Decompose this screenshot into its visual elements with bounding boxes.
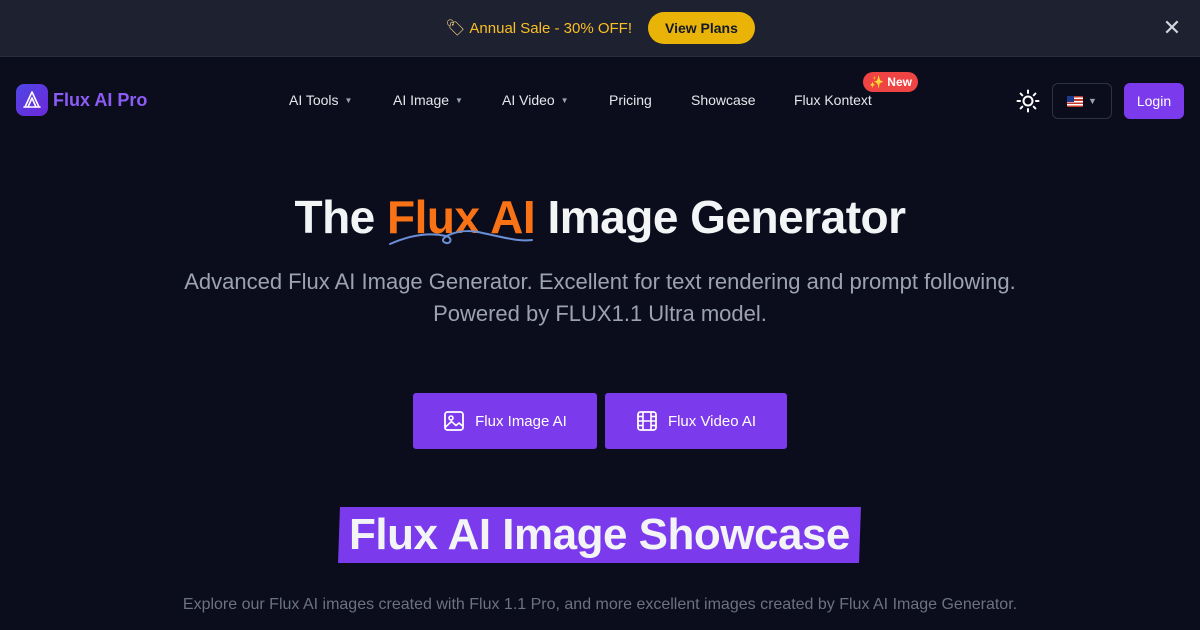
chevron-down-icon: ▼ xyxy=(344,95,353,105)
nav-label: Flux Kontext xyxy=(794,92,872,108)
nav-flux-kontext[interactable]: Flux Kontext xyxy=(794,92,872,108)
new-badge: ✨ New xyxy=(863,72,918,92)
showcase-subtitle: Explore our Flux AI images created with … xyxy=(182,596,1018,613)
language-selector[interactable]: ▼ xyxy=(1052,83,1112,119)
nav-label: AI Video xyxy=(502,92,555,108)
nav-ai-video[interactable]: AI Video ▼ xyxy=(502,92,569,108)
login-button[interactable]: Login xyxy=(1124,83,1184,119)
nav-label: AI Tools xyxy=(289,92,339,108)
chevron-down-icon: ▼ xyxy=(560,95,569,105)
nav-ai-tools[interactable]: AI Tools ▼ xyxy=(289,92,352,108)
chevron-down-icon: ▼ xyxy=(1088,96,1097,106)
hero-subtitle: Advanced Flux AI Image Generator. Excell… xyxy=(150,266,1050,330)
nav-pricing[interactable]: Pricing xyxy=(609,92,652,108)
button-label: Flux Image AI xyxy=(475,412,567,430)
title-part: The xyxy=(294,191,388,243)
squiggle-underline xyxy=(389,230,533,245)
subtitle-line: Powered by FLUX1.1 Ultra model. xyxy=(433,301,767,326)
button-label: Flux Video AI xyxy=(667,412,757,430)
chevron-down-icon: ▼ xyxy=(455,95,463,105)
sun-icon[interactable] xyxy=(1016,89,1040,113)
nav-label: Pricing xyxy=(609,92,652,108)
us-flag-icon xyxy=(1067,95,1084,107)
subtitle-line: Advanced Flux AI Image Generator. Excell… xyxy=(184,269,1016,294)
flux-video-ai-button[interactable]: Flux Video AI xyxy=(605,393,787,449)
title-part: Image Generator xyxy=(535,191,906,243)
nav-showcase[interactable]: Showcase xyxy=(691,92,756,108)
hero-title: The Flux AI Image Generator xyxy=(0,190,1200,244)
film-icon xyxy=(637,411,657,431)
image-icon xyxy=(444,411,465,431)
showcase-title-text: Flux AI Image Showcase xyxy=(349,510,850,559)
tag-icon: 🏷 xyxy=(445,20,466,37)
top-nav: Flux AI Pro AI Tools ▼ AI Image ▼ AI Video… xyxy=(0,57,1200,145)
announcement-bar: 🏷 Annual Sale - 30% OFF! View Plans ✕ xyxy=(0,0,1200,57)
flux-image-ai-button[interactable]: Flux Image AI xyxy=(413,393,597,449)
showcase-title: Flux AI Image Showcase xyxy=(338,507,861,563)
nav-label: AI Image xyxy=(393,92,450,108)
view-plans-button[interactable]: View Plans xyxy=(647,12,755,44)
close-icon[interactable]: ✕ xyxy=(1161,17,1183,39)
sale-text: Annual Sale - 30% OFF! xyxy=(469,19,632,37)
nav-label: Showcase xyxy=(691,92,756,108)
nav-ai-image[interactable]: AI Image ▼ xyxy=(393,92,463,108)
